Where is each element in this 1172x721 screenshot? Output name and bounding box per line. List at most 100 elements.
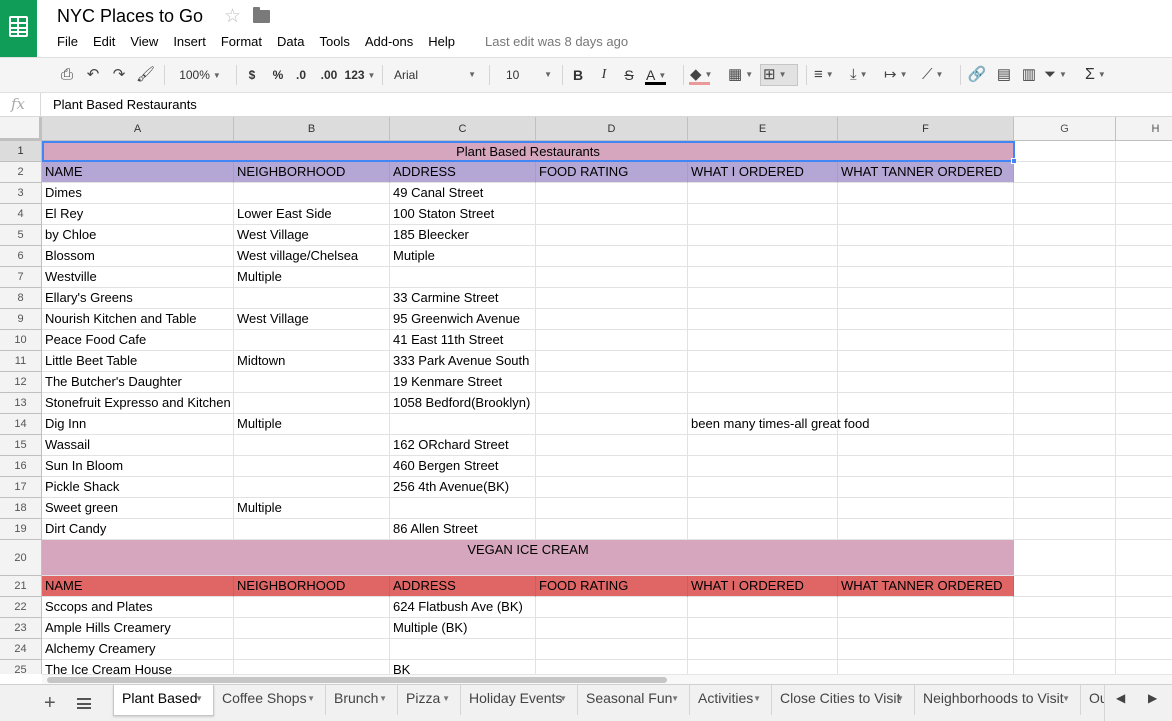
column-title-cell[interactable]: WHAT TANNER ORDERED: [838, 162, 1014, 183]
chevron-down-icon[interactable]: ▼: [896, 686, 904, 712]
grid-cell[interactable]: [1116, 267, 1172, 288]
menu-edit[interactable]: Edit: [93, 34, 115, 50]
column-title-cell[interactable]: NAME: [42, 576, 234, 597]
column-header-f[interactable]: F: [838, 117, 1014, 141]
grid-cell[interactable]: Wassail: [42, 435, 234, 456]
column-header-a[interactable]: A: [42, 117, 234, 141]
grid-cell[interactable]: [536, 414, 688, 435]
increase-decimal-button[interactable]: .00: [318, 58, 340, 92]
text-rotation-icon[interactable]: ⟋ ▼: [922, 58, 954, 92]
grid-cell[interactable]: [1014, 540, 1116, 576]
menu-view[interactable]: View: [130, 34, 158, 50]
grid-cell[interactable]: [536, 225, 688, 246]
grid-cell[interactable]: [838, 519, 1014, 540]
grid-cell[interactable]: 19 Kenmare Street: [390, 372, 536, 393]
grid-cell[interactable]: Peace Food Cafe: [42, 330, 234, 351]
grid-cell[interactable]: [838, 414, 1014, 435]
grid-cell[interactable]: [1014, 309, 1116, 330]
row-header[interactable]: 25: [0, 660, 42, 674]
grid-cell[interactable]: [1116, 519, 1172, 540]
paint-format-icon[interactable]: 🖌: [136, 58, 155, 92]
grid-cell[interactable]: [838, 183, 1014, 204]
grid-cell[interactable]: [536, 597, 688, 618]
grid-cell[interactable]: The Ice Cream House: [42, 660, 234, 674]
grid-cell[interactable]: [1116, 456, 1172, 477]
grid-cell[interactable]: [1116, 372, 1172, 393]
grid-cell[interactable]: 256 4th Avenue(BK): [390, 477, 536, 498]
menu-insert[interactable]: Insert: [173, 34, 206, 50]
grid-cell[interactable]: [234, 372, 390, 393]
column-title-cell[interactable]: [1116, 576, 1172, 597]
grid-cell[interactable]: [838, 225, 1014, 246]
grid-cell[interactable]: Westville: [42, 267, 234, 288]
text-color-button[interactable]: A ▼: [646, 58, 674, 92]
grid-cell[interactable]: [1116, 309, 1172, 330]
grid-cell[interactable]: [234, 456, 390, 477]
italic-button[interactable]: I: [596, 58, 612, 92]
grid-cell[interactable]: [1116, 639, 1172, 660]
grid-cell[interactable]: [1116, 288, 1172, 309]
grid-cell[interactable]: [838, 309, 1014, 330]
fill-color-icon[interactable]: ◆ ▼: [690, 58, 718, 92]
grid-cell[interactable]: [688, 639, 838, 660]
grid-cell[interactable]: [1116, 204, 1172, 225]
grid-cell[interactable]: [838, 660, 1014, 674]
row-header[interactable]: 20: [0, 540, 42, 576]
grid-cell[interactable]: [838, 351, 1014, 372]
grid-cell[interactable]: [688, 597, 838, 618]
grid-cell[interactable]: [1014, 456, 1116, 477]
grid-cell[interactable]: [1014, 351, 1116, 372]
grid-cell[interactable]: [838, 435, 1014, 456]
menu-add-ons[interactable]: Add-ons: [365, 34, 413, 50]
sheet-tab[interactable]: Close Cities to Visit ▼: [772, 685, 915, 715]
row-header[interactable]: 24: [0, 639, 42, 660]
grid-cell[interactable]: [1116, 183, 1172, 204]
grid-cell[interactable]: 460 Bergen Street: [390, 456, 536, 477]
grid-cell[interactable]: [1116, 225, 1172, 246]
chevron-down-icon[interactable]: ▼: [671, 686, 679, 712]
grid-cell[interactable]: Multiple: [234, 267, 390, 288]
grid-cell[interactable]: Ample Hills Creamery: [42, 618, 234, 639]
grid-cell[interactable]: 333 Park Avenue South: [390, 351, 536, 372]
column-title-cell[interactable]: NEIGHBORHOOD: [234, 162, 390, 183]
horizontal-align-icon[interactable]: ≡ ▼: [814, 58, 842, 92]
zoom-select[interactable]: 100% ▼: [172, 58, 228, 92]
chevron-down-icon[interactable]: ▼: [379, 686, 387, 712]
scroll-right-icon[interactable]: ▶: [1148, 691, 1157, 705]
chevron-down-icon[interactable]: ▼: [559, 686, 567, 712]
select-all-corner[interactable]: [0, 117, 42, 141]
grid-cell[interactable]: [1014, 393, 1116, 414]
grid-cell[interactable]: 100 Staton Street: [390, 204, 536, 225]
column-title-cell[interactable]: [1116, 162, 1172, 183]
grid-cell[interactable]: [536, 618, 688, 639]
menu-data[interactable]: Data: [277, 34, 304, 50]
grid-cell[interactable]: [1116, 540, 1172, 576]
document-title[interactable]: NYC Places to Go: [57, 6, 203, 27]
grid-cell[interactable]: [1014, 204, 1116, 225]
redo-icon[interactable]: ↷: [110, 58, 128, 92]
grid-cell[interactable]: [1116, 330, 1172, 351]
grid-cell[interactable]: [688, 183, 838, 204]
column-title-cell[interactable]: WHAT TANNER ORDERED: [838, 576, 1014, 597]
fill-handle[interactable]: [1011, 158, 1017, 164]
font-size-select[interactable]: 10 ▼: [498, 58, 556, 92]
row-header[interactable]: 11: [0, 351, 42, 372]
grid-cell[interactable]: Sccops and Plates: [42, 597, 234, 618]
grid-cell[interactable]: [688, 246, 838, 267]
grid-cell[interactable]: [1014, 639, 1116, 660]
grid-cell[interactable]: [688, 519, 838, 540]
grid-cell[interactable]: West Village: [234, 309, 390, 330]
grid-cell[interactable]: [390, 267, 536, 288]
grid-cell[interactable]: [1116, 393, 1172, 414]
grid-cell[interactable]: West village/Chelsea: [234, 246, 390, 267]
column-title-cell[interactable]: FOOD RATING: [536, 162, 688, 183]
grid-cell[interactable]: [234, 660, 390, 674]
grid-cell[interactable]: [536, 246, 688, 267]
column-title-cell[interactable]: NEIGHBORHOOD: [234, 576, 390, 597]
grid-cell[interactable]: [838, 246, 1014, 267]
row-header[interactable]: 12: [0, 372, 42, 393]
grid-cell[interactable]: [390, 414, 536, 435]
grid-cell[interactable]: [390, 498, 536, 519]
grid-cell[interactable]: [1014, 141, 1116, 162]
grid-cell[interactable]: [838, 477, 1014, 498]
